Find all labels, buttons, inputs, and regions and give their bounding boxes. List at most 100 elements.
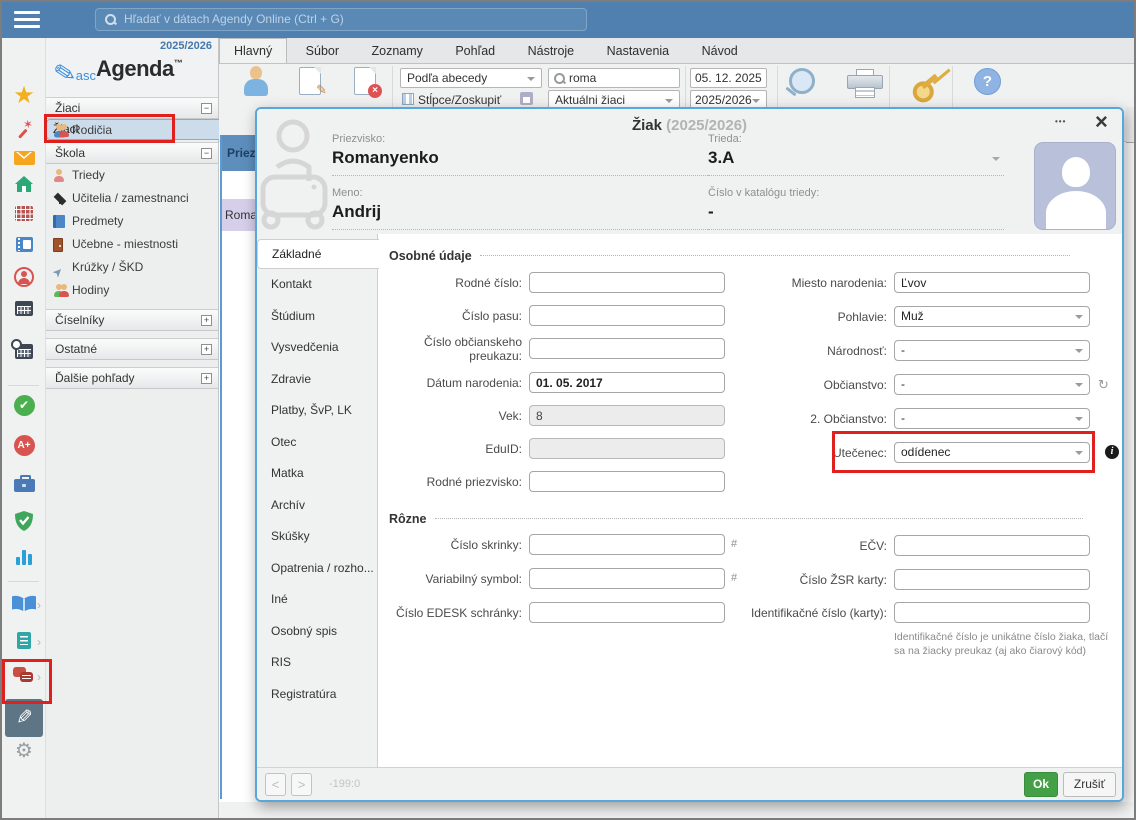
more-options-icon[interactable]: •••: [1055, 117, 1066, 126]
dialog-tab-otec[interactable]: Otec: [257, 427, 377, 459]
sidebar-item-kruzky[interactable]: ➤ Krúžky / ŠKD: [46, 256, 218, 279]
tab-zoznamy[interactable]: Zoznamy: [357, 39, 436, 64]
dialog-tab-ris[interactable]: RIS: [257, 647, 377, 679]
sidebar-group-skola[interactable]: Škola −: [46, 142, 218, 164]
variabilny-symbol-input[interactable]: [529, 568, 725, 589]
prev-record-button[interactable]: <: [265, 773, 286, 796]
help-icon[interactable]: ?: [974, 68, 1001, 95]
cislo-zsr-input[interactable]: [894, 569, 1090, 590]
tab-hlavny[interactable]: Hlavný: [219, 38, 287, 63]
firstname-field[interactable]: Meno: Andrij: [332, 187, 708, 230]
filter-search-input[interactable]: roma: [548, 68, 680, 88]
dialog-tab-skusky[interactable]: Skúšky: [257, 521, 377, 553]
cislo-pasu-input[interactable]: [529, 305, 725, 326]
ok-button[interactable]: Ok: [1024, 772, 1058, 797]
search-tool-icon[interactable]: [785, 68, 819, 102]
calendar-icon[interactable]: [2, 301, 46, 321]
dialog-tab-zdravie[interactable]: Zdravie: [257, 364, 377, 396]
rodne-priezvisko-input[interactable]: [529, 471, 725, 492]
cancel-button[interactable]: Zrušiť: [1063, 772, 1116, 797]
messages-envelope-icon[interactable]: [2, 151, 46, 170]
refresh-icon[interactable]: ↻: [1098, 377, 1109, 393]
documents-icon[interactable]: ›: [2, 632, 46, 654]
dialog-tab-opatrenia[interactable]: Opatrenia / rozho...: [257, 553, 377, 585]
global-search-input[interactable]: Hľadať v dátach Agendy Online (Ctrl + G): [95, 8, 587, 31]
dialog-tab-registratura[interactable]: Registratúra: [257, 679, 377, 711]
utecenec-select[interactable]: odídenec: [894, 442, 1090, 463]
delete-document-button[interactable]: ×: [354, 67, 376, 95]
cislo-op-input[interactable]: [529, 338, 725, 359]
class-select[interactable]: Trieda: 3.A: [708, 133, 1004, 176]
sidebar-item-triedy[interactable]: Triedy: [46, 164, 218, 187]
table-row-selected[interactable]: Roman: [222, 199, 255, 231]
info-icon[interactable]: i: [1105, 445, 1119, 459]
expand-icon[interactable]: +: [201, 344, 212, 355]
identifikacne-cislo-input[interactable]: [894, 602, 1090, 623]
sidebar-item-ucebne[interactable]: Učebne - miestnosti: [46, 233, 218, 256]
dialog-tab-matka[interactable]: Matka: [257, 458, 377, 490]
date-field[interactable]: 05. 12. 2025: [690, 68, 767, 88]
narodnost-select[interactable]: -: [894, 340, 1090, 361]
hamburger-menu-icon[interactable]: [14, 11, 40, 29]
expand-icon[interactable]: +: [201, 315, 212, 326]
dialog-tab-archiv[interactable]: Archív: [257, 490, 377, 522]
tab-subor[interactable]: Súbor: [292, 39, 353, 64]
miesto-narodenia-input[interactable]: [894, 272, 1090, 293]
cislo-skrinky-input[interactable]: [529, 534, 725, 555]
sidebar-group-ciselniky[interactable]: Číselníky +: [46, 309, 218, 331]
contacts-person-icon[interactable]: [2, 267, 46, 292]
save-layout-icon[interactable]: [520, 92, 533, 105]
communication-chat-icon[interactable]: ›: [2, 667, 46, 690]
collapse-icon[interactable]: −: [201, 148, 212, 159]
dialog-tab-zakladne[interactable]: Základné: [257, 239, 379, 269]
catalog-number-field[interactable]: Číslo v katalógu triedy: -: [708, 187, 1004, 230]
statistics-bars-icon[interactable]: [2, 549, 46, 570]
tab-pohlad[interactable]: Pohľad: [441, 39, 509, 64]
columns-icon[interactable]: [402, 93, 414, 105]
ecv-input[interactable]: [894, 535, 1090, 556]
druhe-obcianstvo-select[interactable]: -: [894, 408, 1090, 429]
notebook-icon[interactable]: [2, 237, 46, 257]
table-header-priezvisko[interactable]: Priezv: [222, 135, 255, 171]
new-student-button[interactable]: [242, 66, 270, 100]
grades-a-plus-icon[interactable]: A+: [2, 435, 46, 456]
dialog-tab-osobny-spis[interactable]: Osobný spis: [257, 616, 377, 648]
sidebar-item-predmety[interactable]: Predmety: [46, 210, 218, 233]
dialog-tab-vysvedcenia[interactable]: Vysvedčenia: [257, 332, 377, 364]
sidebar-group-ziaci[interactable]: Žiaci −: [46, 97, 218, 119]
home-icon[interactable]: [2, 176, 46, 197]
briefcase-icon[interactable]: [2, 474, 46, 497]
next-record-button[interactable]: >: [291, 773, 312, 796]
settings-gear-icon[interactable]: ⚙: [2, 741, 46, 762]
shield-check-icon[interactable]: [2, 510, 46, 537]
sidebar-group-ostatne[interactable]: Ostatné +: [46, 338, 218, 360]
printer-icon[interactable]: [847, 69, 883, 99]
columns-group-button[interactable]: Stĺpce/Zoskupiť: [418, 93, 501, 107]
datum-narodenia-input[interactable]: [529, 372, 725, 393]
key-icon[interactable]: [902, 61, 950, 109]
dialog-tab-studium[interactable]: Štúdium: [257, 301, 377, 333]
attendance-check-icon[interactable]: ✔: [2, 395, 46, 416]
library-book-icon[interactable]: ›: [2, 595, 46, 618]
dialog-tab-ine[interactable]: Iné: [257, 584, 377, 616]
cislo-edesk-input[interactable]: [529, 602, 725, 623]
sidebar-item-ucitelia[interactable]: Učitelia / zamestnanci: [46, 187, 218, 210]
sidebar-group-dalsie-pohlady[interactable]: Ďalšie pohľady +: [46, 367, 218, 389]
expand-icon[interactable]: +: [201, 373, 212, 384]
sidebar-item-rodicia[interactable]: Rodičia: [46, 119, 218, 142]
agenda-pencil-icon[interactable]: ✎: [5, 699, 43, 737]
surname-field[interactable]: Priezvisko: Romanyenko: [332, 133, 708, 176]
tab-navod[interactable]: Návod: [688, 39, 752, 64]
tab-nastavenia[interactable]: Nastavenia: [593, 39, 684, 64]
collapse-icon[interactable]: −: [201, 103, 212, 114]
edit-document-button[interactable]: ✎: [299, 67, 321, 95]
magic-wand-icon[interactable]: [2, 122, 46, 145]
dialog-tab-platby[interactable]: Platby, ŠvP, LK: [257, 395, 377, 427]
tab-nastroje[interactable]: Nástroje: [514, 39, 589, 64]
timetable-grid-icon[interactable]: [2, 206, 46, 226]
dialog-tab-kontakt[interactable]: Kontakt: [257, 269, 377, 301]
favorites-star-icon[interactable]: ★: [2, 84, 46, 108]
calendar-clock-icon[interactable]: [2, 344, 46, 364]
sort-select[interactable]: Podľa abecedy: [400, 68, 542, 88]
rodne-cislo-input[interactable]: [529, 272, 725, 293]
